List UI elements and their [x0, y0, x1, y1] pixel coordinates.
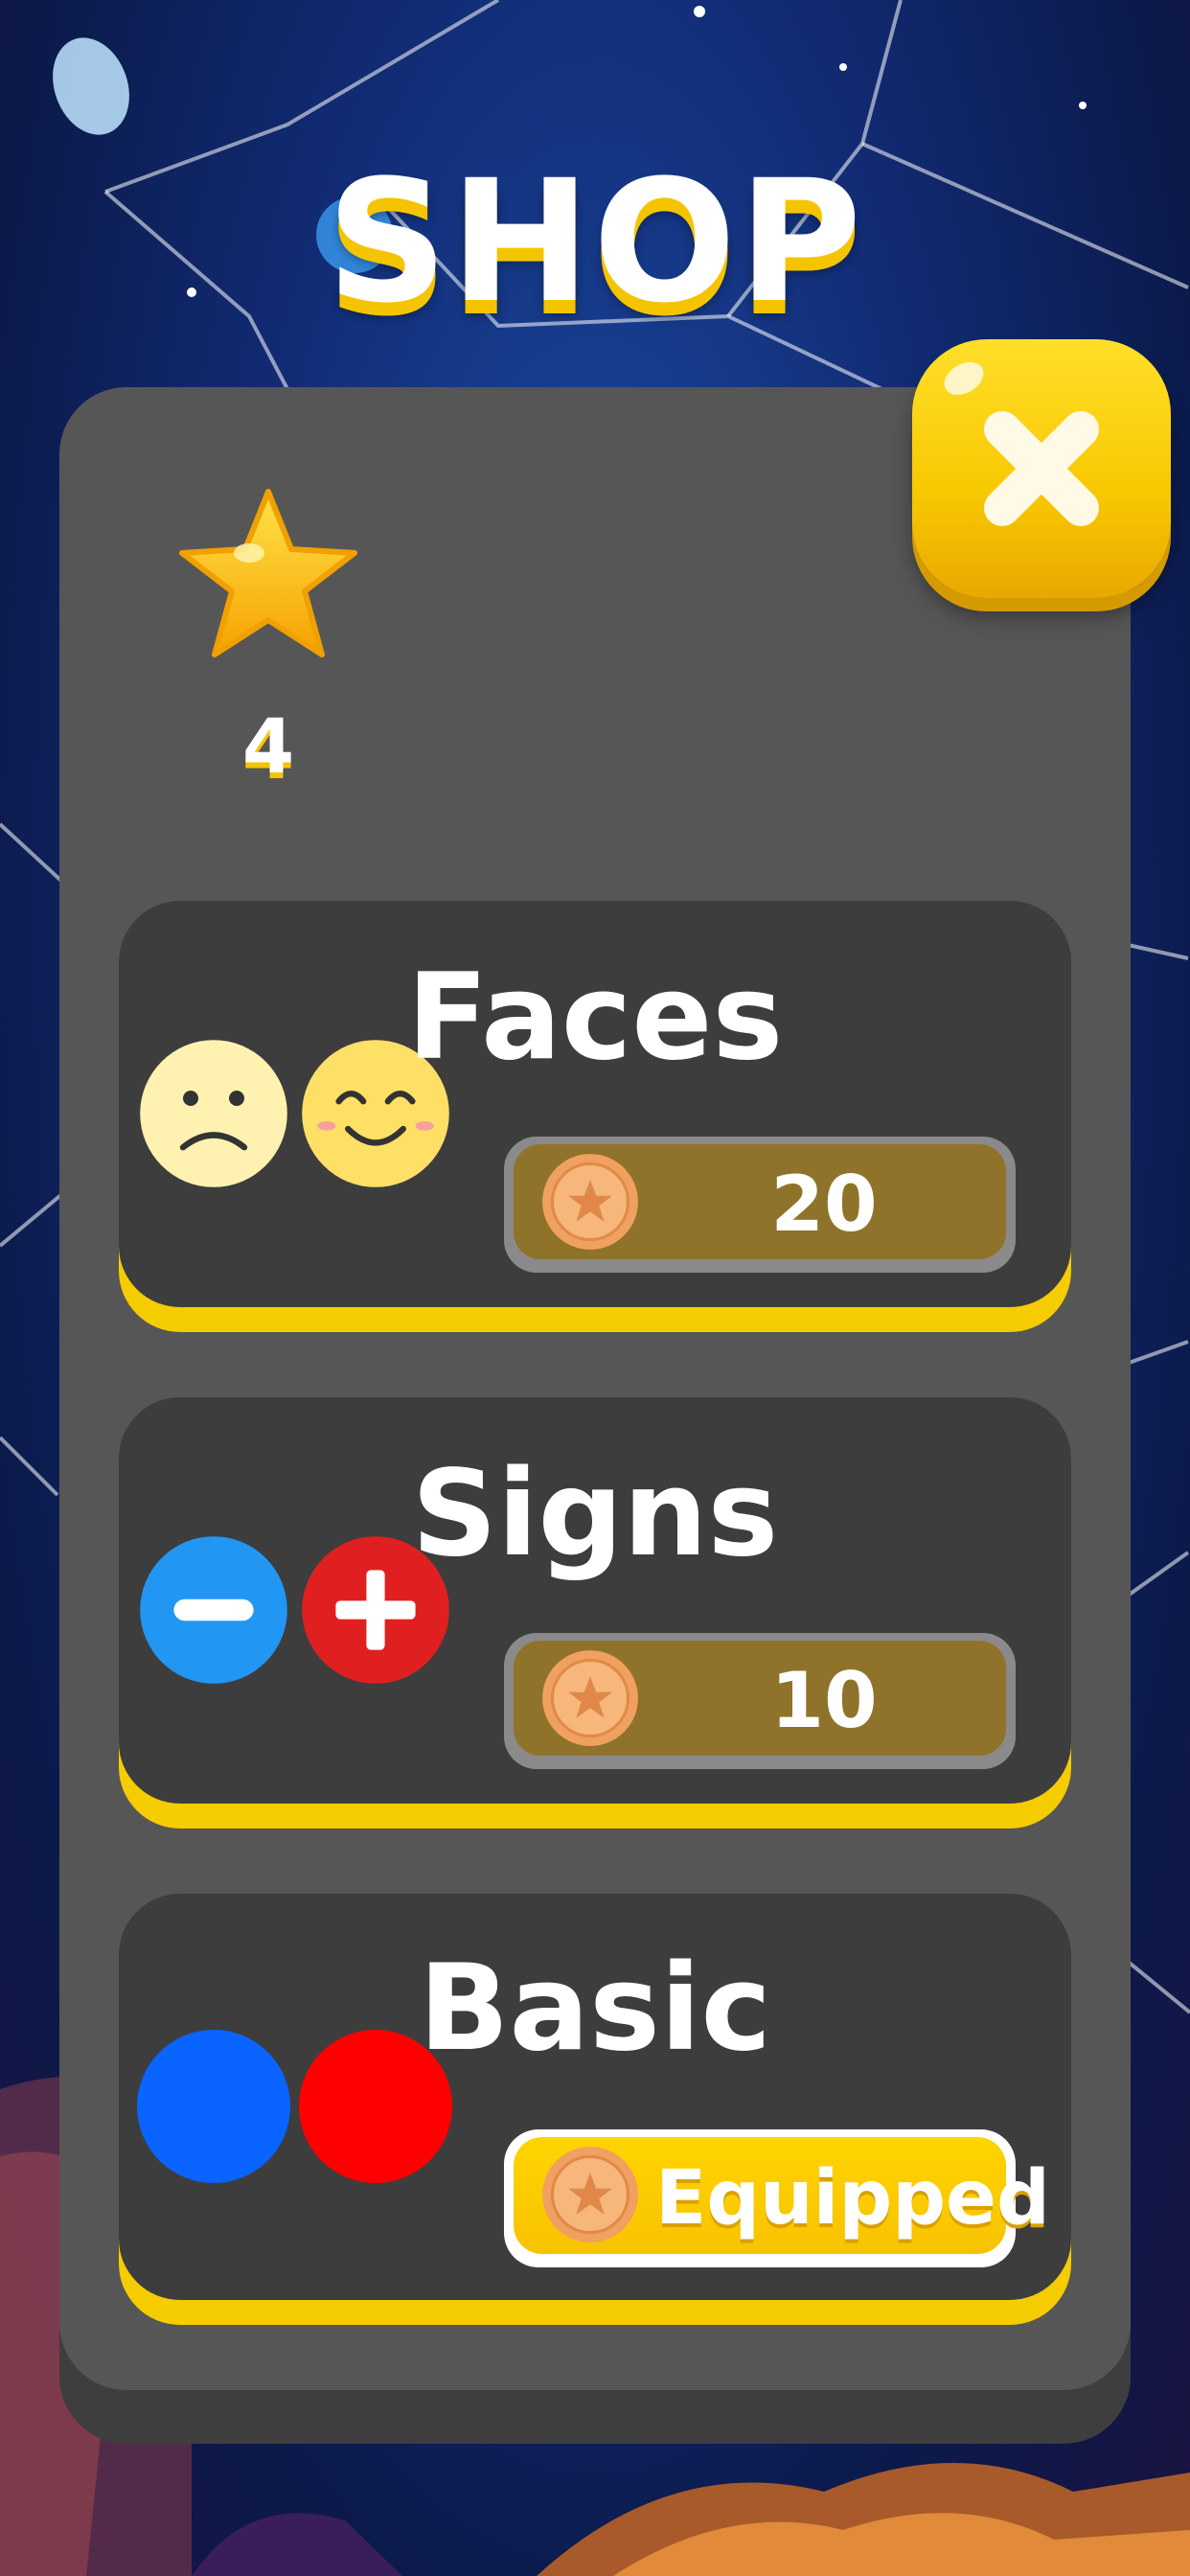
button-gloss — [938, 356, 990, 402]
price-signs: 10 — [770, 1656, 878, 1745]
coin-icon — [542, 2147, 638, 2242]
star-count: 4 — [241, 704, 295, 791]
close-button[interactable] — [912, 339, 1171, 598]
item-title-basic: Basic — [418, 1940, 771, 2078]
shop-title: SHOP — [326, 144, 864, 340]
equipped-label: Equipped — [655, 2155, 1050, 2242]
star-icon — [179, 489, 357, 657]
price-faces: 20 — [770, 1160, 878, 1249]
item-title-faces: Faces — [406, 949, 784, 1087]
item-title-signs: Signs — [411, 1445, 779, 1583]
